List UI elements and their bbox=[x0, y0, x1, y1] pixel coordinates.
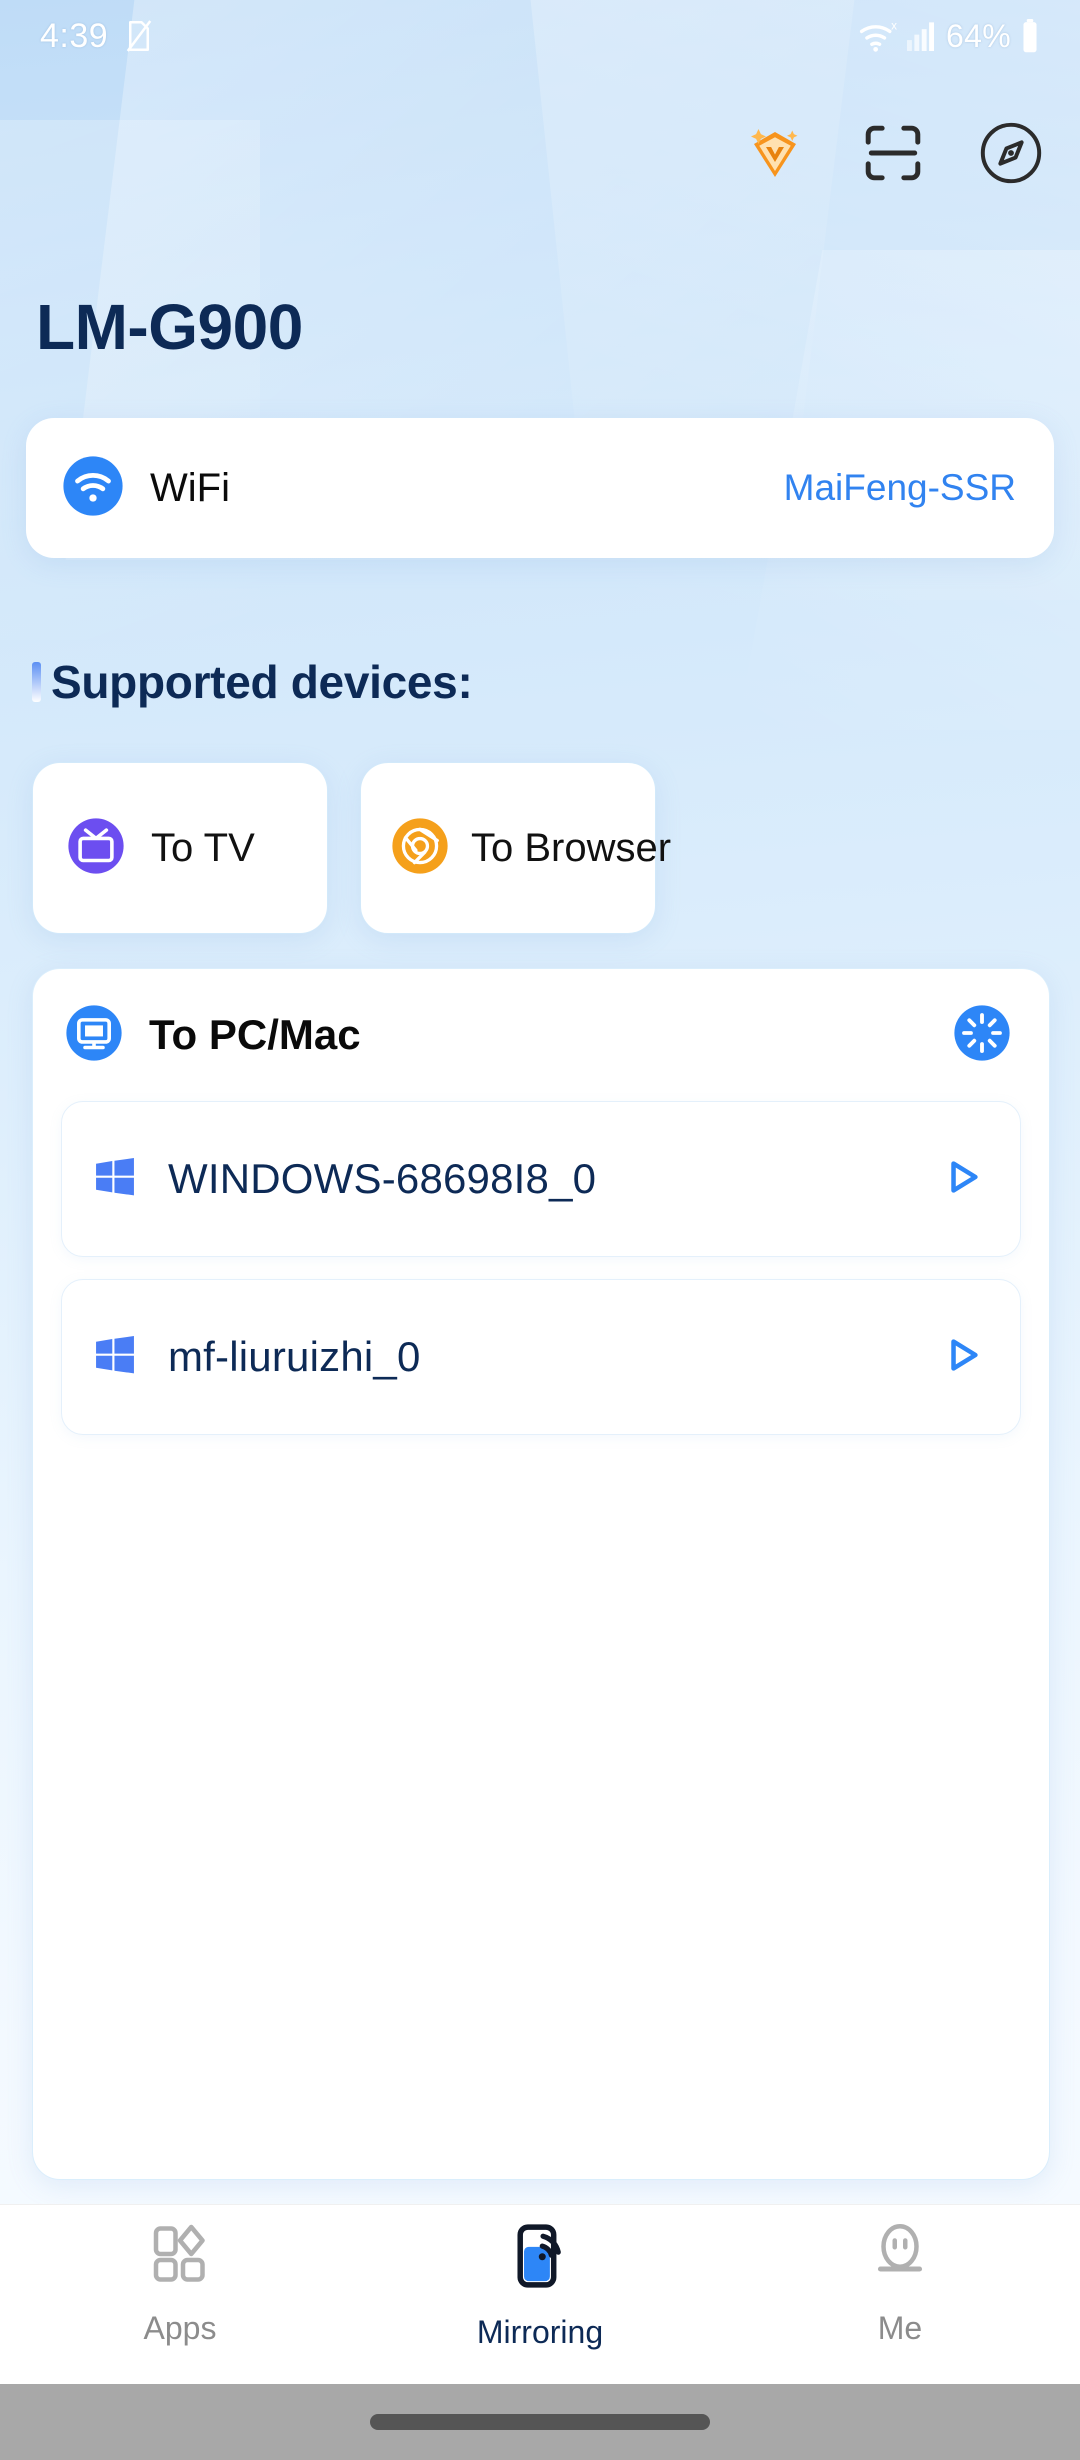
bottom-navigation: Apps Mirroring Me bbox=[0, 2204, 1080, 2384]
to-browser-card[interactable]: To Browser bbox=[360, 762, 671, 934]
qr-scan-icon bbox=[862, 122, 924, 189]
nav-label-me: Me bbox=[877, 2310, 923, 2346]
to-tv-label: To TV bbox=[151, 825, 255, 870]
battery-icon bbox=[1020, 19, 1040, 53]
windows-icon bbox=[92, 1154, 138, 1205]
to-pc-mac-title: To PC/Mac bbox=[149, 1011, 361, 1058]
loading-spinner-icon[interactable] bbox=[953, 1004, 1011, 1067]
wifi-label: WiFi bbox=[150, 465, 230, 510]
wifi-x-icon: x bbox=[858, 19, 898, 53]
page-title: LM-G900 bbox=[36, 291, 303, 363]
nav-label-apps: Apps bbox=[143, 2310, 217, 2346]
compass-icon bbox=[979, 121, 1043, 190]
vip-diamond-icon bbox=[742, 120, 808, 191]
wifi-card-left: WiFi bbox=[62, 455, 230, 522]
to-browser-label: To Browser bbox=[471, 825, 672, 870]
background-panel-c bbox=[0, 120, 260, 640]
no-sim-icon bbox=[124, 18, 154, 54]
screen-mirroring-icon bbox=[505, 2221, 575, 2296]
to-tv-card[interactable]: To TV bbox=[32, 762, 328, 934]
to-pc-mac-header: To PC/Mac bbox=[33, 969, 1049, 1101]
nav-label-mirroring: Mirroring bbox=[476, 2314, 604, 2350]
nav-item-me[interactable]: Me bbox=[720, 2205, 1080, 2385]
nav-item-mirroring[interactable]: Mirroring bbox=[360, 2205, 720, 2385]
status-bar: 4:39 x 64% bbox=[0, 0, 1080, 72]
supported-devices-label: Supported devices: bbox=[51, 656, 473, 708]
status-bar-left: 4:39 bbox=[40, 17, 154, 56]
device-name: WINDOWS-68698I8_0 bbox=[168, 1155, 597, 1202]
table-row[interactable]: mf-liuruizhi_0 bbox=[61, 1279, 1021, 1435]
device-row-left: mf-liuruizhi_0 bbox=[92, 1332, 421, 1383]
wifi-icon bbox=[62, 455, 124, 522]
table-row[interactable]: WINDOWS-68698I8_0 bbox=[61, 1101, 1021, 1257]
to-pc-mac-card: To PC/Mac WINDOWS-68698I8_0 mf-liuruizhi… bbox=[32, 968, 1050, 2180]
monitor-icon bbox=[65, 1004, 123, 1067]
tv-icon bbox=[67, 817, 125, 880]
supported-devices-heading: Supported devices: bbox=[32, 655, 473, 709]
wifi-ssid[interactable]: MaiFeng-SSR bbox=[784, 467, 1016, 509]
wifi-card[interactable]: WiFi MaiFeng-SSR bbox=[26, 418, 1054, 558]
play-icon[interactable] bbox=[938, 1331, 986, 1384]
header-actions bbox=[740, 120, 1046, 190]
apps-grid-icon bbox=[147, 2221, 213, 2292]
profile-icon bbox=[867, 2221, 933, 2292]
to-pc-mac-header-left: To PC/Mac bbox=[65, 1004, 361, 1067]
home-gesture-bar[interactable] bbox=[370, 2414, 710, 2430]
device-name: mf-liuruizhi_0 bbox=[168, 1333, 421, 1380]
pc-device-list: WINDOWS-68698I8_0 mf-liuruizhi_0 bbox=[33, 1101, 1049, 1435]
vip-button[interactable] bbox=[740, 120, 810, 190]
browser-chrome-icon bbox=[391, 817, 449, 880]
svg-text:x: x bbox=[891, 19, 897, 32]
system-gesture-area bbox=[0, 2384, 1080, 2460]
scan-button[interactable] bbox=[858, 120, 928, 190]
battery-percent: 64% bbox=[946, 17, 1011, 54]
status-bar-right: x 64% bbox=[858, 18, 1040, 55]
device-row-left: WINDOWS-68698I8_0 bbox=[92, 1154, 596, 1205]
nav-item-apps[interactable]: Apps bbox=[0, 2205, 360, 2385]
status-time: 4:39 bbox=[40, 16, 109, 55]
play-icon[interactable] bbox=[938, 1153, 986, 1206]
compass-button[interactable] bbox=[976, 120, 1046, 190]
windows-icon bbox=[92, 1332, 138, 1383]
heading-accent-bar bbox=[32, 662, 41, 702]
phone-screen: 4:39 x 64% LM-G900 WiFi MaiFeng-SSR Supp… bbox=[0, 0, 1080, 2460]
cellular-signal-icon bbox=[907, 21, 937, 51]
